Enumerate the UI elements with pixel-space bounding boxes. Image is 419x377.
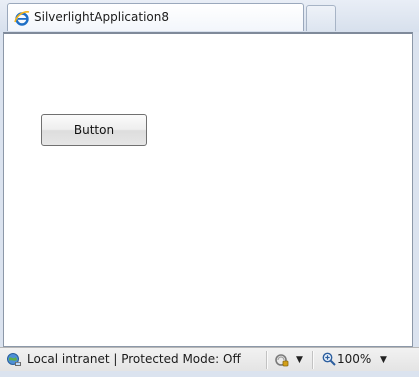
page-content: Button (3, 32, 413, 347)
tab-silverlight-application[interactable]: SilverlightApplication8 (7, 3, 304, 31)
tab-strip: SilverlightApplication8 (0, 0, 419, 32)
zoom-dropdown-arrow-icon[interactable]: ▼ (380, 355, 387, 365)
status-separator (312, 351, 314, 369)
status-bar: Local intranet | Protected Mode: Off ▼ 1… (0, 347, 419, 371)
security-lock-icon[interactable] (274, 352, 290, 368)
zone-status-text[interactable]: Local intranet | Protected Mode: Off (27, 352, 241, 366)
intranet-globe-icon (7, 353, 21, 366)
internet-explorer-icon (14, 11, 30, 26)
status-separator (266, 351, 268, 369)
new-tab-button[interactable] (306, 5, 336, 31)
security-dropdown-arrow-icon[interactable]: ▼ (296, 355, 303, 365)
zoom-magnifier-icon[interactable] (322, 352, 336, 366)
zoom-level[interactable]: 100% (337, 352, 371, 366)
window-bottom-edge (0, 371, 419, 377)
browser-window: SilverlightApplication8 Button Local int… (0, 0, 419, 377)
silverlight-button[interactable]: Button (41, 114, 147, 146)
tab-title: SilverlightApplication8 (34, 10, 169, 24)
